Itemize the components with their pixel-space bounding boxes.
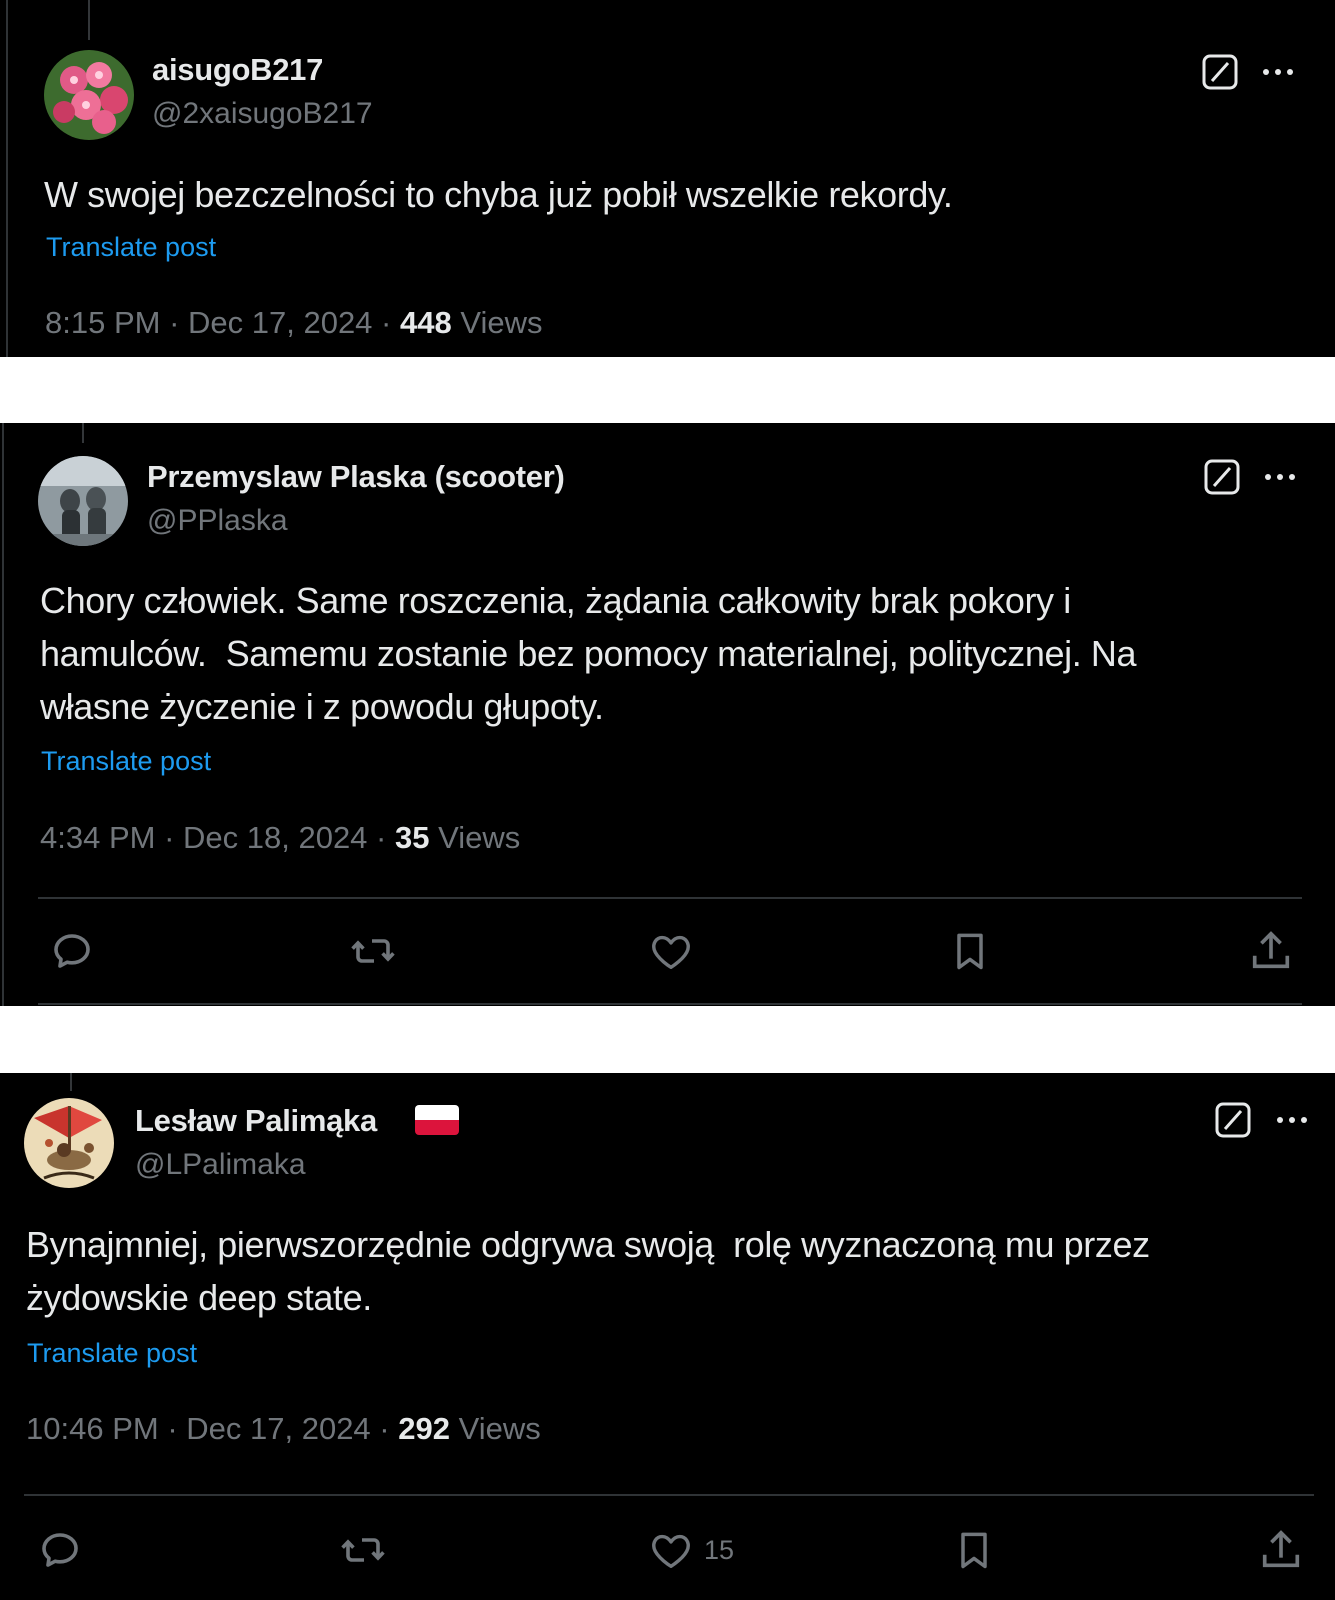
more-icon[interactable] (1258, 52, 1298, 92)
share-icon (1252, 931, 1290, 969)
grok-icon[interactable] (1200, 52, 1240, 92)
reply-button[interactable] (48, 926, 96, 976)
meta-separator: · (370, 1411, 399, 1446)
post-time[interactable]: 10:46 PM (26, 1411, 159, 1446)
views-count: 292 (398, 1411, 450, 1446)
post-text-line: hamulców. Samemu zostanie bez pomocy mat… (40, 633, 1137, 674)
grok-icon[interactable] (1202, 457, 1242, 497)
like-icon (652, 1534, 690, 1569)
meta-separator: · (372, 305, 400, 340)
thread-line (88, 0, 90, 40)
handle[interactable]: @LPalimaka (135, 1148, 306, 1182)
repost-icon (351, 939, 395, 963)
post-text-line: własne życzenie i z powodu głupoty. (40, 686, 604, 727)
post-meta: 8:15 PM · Dec 17, 2024 · 448 Views (45, 305, 543, 341)
post-text: W swojej bezczelności to chyba już pobił… (44, 174, 953, 215)
thread-line (70, 1073, 72, 1091)
translate-link[interactable]: Translate post (27, 1338, 197, 1369)
thread-line (82, 423, 84, 443)
like-icon (652, 935, 690, 970)
meta-separator: · (155, 820, 184, 855)
more-icon[interactable] (1260, 457, 1300, 497)
views-count: 35 (395, 820, 430, 855)
reply-icon (42, 1533, 78, 1567)
post-date[interactable]: Dec 17, 2024 (188, 305, 372, 340)
repost-icon (341, 1538, 385, 1562)
post-card-2[interactable]: Przemyslaw Plaska (scooter) @PPlaska Cho… (0, 423, 1335, 1006)
post-meta: 10:46 PM · Dec 17, 2024 · 292 Views (26, 1411, 541, 1447)
avatar[interactable] (24, 1098, 114, 1188)
post-card-1[interactable]: aisugoB217 @2xaisugoB217 W swojej bezcze… (0, 0, 1335, 357)
handle[interactable]: @2xaisugoB217 (152, 97, 373, 131)
divider (24, 1494, 1314, 1496)
translate-link[interactable]: Translate post (46, 232, 216, 263)
share-button[interactable] (1258, 1525, 1304, 1575)
post-text: Bynajmniej, pierwszorzędnie odgrywa swoj… (26, 1218, 1150, 1324)
post-card-3[interactable]: Lesław Palimąka @LPalimaka Bynajmniej, p… (0, 1073, 1335, 1600)
bookmark-button[interactable] (948, 926, 992, 976)
views-label: Views (460, 305, 543, 340)
handle[interactable]: @PPlaska (147, 504, 288, 538)
left-border (2, 423, 4, 1006)
post-text: Chory człowiek. Same roszczenia, żądania… (40, 574, 1137, 733)
views-label: Views (458, 1411, 541, 1446)
bookmark-icon (961, 1532, 987, 1569)
repost-button[interactable] (338, 1525, 388, 1575)
repost-button[interactable] (348, 926, 398, 976)
bookmark-icon (957, 933, 983, 970)
post-text-line: Chory człowiek. Same roszczenia, żądania… (40, 580, 1071, 621)
avatar[interactable] (38, 456, 128, 546)
views-count: 448 (400, 305, 452, 340)
display-name[interactable]: Lesław Palimąka (135, 1103, 377, 1139)
display-name[interactable]: Przemyslaw Plaska (scooter) (147, 459, 565, 495)
divider (38, 897, 1302, 899)
meta-separator: · (160, 305, 189, 340)
poland-flag-icon (415, 1105, 459, 1135)
share-button[interactable] (1248, 926, 1294, 976)
like-count: 15 (704, 1534, 735, 1565)
meta-separator: · (158, 1411, 187, 1446)
meta-separator: · (367, 820, 395, 855)
post-text-line: żydowskie deep state. (26, 1277, 372, 1318)
display-name[interactable]: aisugoB217 (152, 52, 323, 88)
more-icon[interactable] (1272, 1100, 1312, 1140)
like-button[interactable]: 15 (648, 1525, 734, 1575)
grok-icon[interactable] (1213, 1100, 1253, 1140)
post-time[interactable]: 8:15 PM (45, 305, 160, 340)
post-time[interactable]: 4:34 PM (40, 820, 155, 855)
post-date[interactable]: Dec 18, 2024 (183, 820, 367, 855)
post-date[interactable]: Dec 17, 2024 (186, 1411, 370, 1446)
post-meta: 4:34 PM · Dec 18, 2024 · 35 Views (40, 820, 520, 856)
post-text-line: Bynajmniej, pierwszorzędnie odgrywa swoj… (26, 1224, 1150, 1265)
avatar[interactable] (44, 50, 134, 140)
reply-icon (54, 934, 90, 968)
share-icon (1262, 1530, 1300, 1568)
bookmark-button[interactable] (952, 1525, 996, 1575)
translate-link[interactable]: Translate post (41, 746, 211, 777)
like-button[interactable] (648, 926, 694, 976)
left-border (6, 0, 8, 357)
reply-button[interactable] (36, 1525, 84, 1575)
views-label: Views (438, 820, 521, 855)
divider (38, 1003, 1302, 1005)
